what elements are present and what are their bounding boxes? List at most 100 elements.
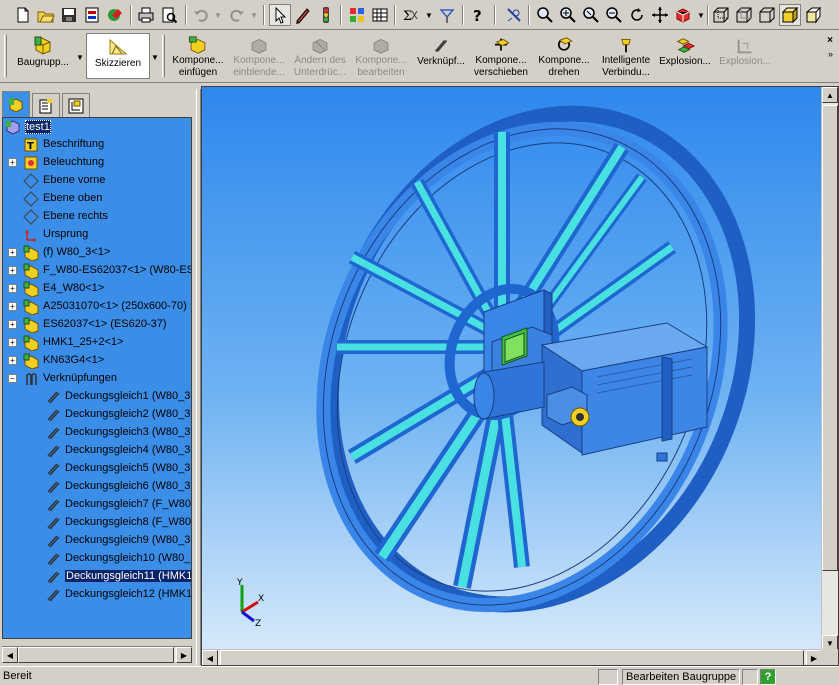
- tree-item-mate[interactable]: Deckungsgleich11 (HMK1_: [3, 568, 191, 586]
- tree-item-mate[interactable]: Deckungsgleich6 (W80_3<: [3, 478, 191, 496]
- viewport-hscroll-thumb[interactable]: [220, 650, 804, 665]
- tree-item-mate[interactable]: Deckungsgleich5 (W80_3<: [3, 460, 191, 478]
- tree-item[interactable]: Ebene rechts: [3, 208, 191, 226]
- model-view[interactable]: [202, 87, 822, 651]
- command-item-10[interactable]: Explosion...: [716, 33, 774, 79]
- equations-icon[interactable]: Σ: [400, 4, 422, 26]
- view-orientation-icon[interactable]: [672, 4, 694, 26]
- tree-item[interactable]: + ES62037<1> (ES620-37): [3, 316, 191, 334]
- tree-root[interactable]: test1: [3, 118, 191, 136]
- rebuild-icon[interactable]: [315, 4, 337, 26]
- viewport-vscrollbar[interactable]: ▲ ▼: [821, 87, 838, 651]
- tree-item[interactable]: Ebene oben: [3, 190, 191, 208]
- redo-icon[interactable]: [226, 4, 248, 26]
- command-item-9[interactable]: Explosion...: [655, 33, 715, 79]
- redo-dropdown-icon[interactable]: ▼: [250, 11, 258, 20]
- expand-plus-icon[interactable]: +: [8, 302, 17, 311]
- tree-item[interactable]: Ebene vorne: [3, 172, 191, 190]
- tree-item-mate[interactable]: Deckungsgleich7 (F_W80-E: [3, 496, 191, 514]
- expand-plus-icon[interactable]: +: [8, 338, 17, 347]
- command-item-6[interactable]: Kompone... verschieben: [470, 33, 532, 79]
- equations-dropdown-icon[interactable]: ▼: [425, 11, 433, 20]
- tree-item[interactable]: + (f) W80_3<1>: [3, 244, 191, 262]
- feature-tree-hscrollbar[interactable]: ◀ ▶: [2, 646, 192, 663]
- tree-item[interactable]: + E4_W80<1>: [3, 280, 191, 298]
- save-icon[interactable]: [58, 4, 80, 26]
- open-icon[interactable]: [35, 4, 57, 26]
- shaded-icon[interactable]: [779, 4, 801, 26]
- expand-plus-icon[interactable]: +: [8, 158, 17, 167]
- make-drawing-icon[interactable]: [104, 4, 126, 26]
- sketch-tab[interactable]: Skizzieren: [86, 33, 150, 79]
- command-item-5[interactable]: Verknüpf...: [412, 33, 470, 79]
- command-item-3[interactable]: Ändern des Unterdrüc...: [290, 33, 350, 79]
- rotate-icon[interactable]: [436, 4, 458, 26]
- zoom-fit-icon[interactable]: [534, 4, 556, 26]
- tree-item[interactable]: + A25031070<1> (250x600-70): [3, 298, 191, 316]
- graphics-area[interactable]: Y X Z: [202, 87, 822, 651]
- print-preview-icon[interactable]: [81, 4, 103, 26]
- expand-plus-icon[interactable]: +: [8, 266, 17, 275]
- hidden-removed-icon[interactable]: [756, 4, 778, 26]
- expand-plus-icon[interactable]: +: [8, 356, 17, 365]
- tree-item-mate[interactable]: Deckungsgleich3 (W80_3<: [3, 424, 191, 442]
- grid-icon[interactable]: [369, 4, 391, 26]
- tab-property-manager[interactable]: [32, 93, 60, 117]
- expand-plus-icon[interactable]: +: [8, 284, 17, 293]
- tree-item-mate[interactable]: Deckungsgleich2 (W80_3<: [3, 406, 191, 424]
- zoom-in-icon[interactable]: [580, 4, 602, 26]
- command-item-1[interactable]: Kompone... einfügen: [168, 33, 228, 79]
- tree-item-mate[interactable]: Deckungsgleich8 (F_W80-E: [3, 514, 191, 532]
- command-item-2[interactable]: Kompone... einblende...: [229, 33, 289, 79]
- sketch-icon[interactable]: [292, 4, 314, 26]
- tree-item[interactable]: T Beschriftung: [3, 136, 191, 154]
- tree-item[interactable]: − Verknüpfungen: [3, 370, 191, 388]
- tree-item-mate[interactable]: Deckungsgleich9 (W80_3<: [3, 532, 191, 550]
- tree-item[interactable]: Ursprung: [3, 226, 191, 244]
- scroll-left-icon[interactable]: ◀: [202, 650, 218, 665]
- options-icon[interactable]: [346, 4, 368, 26]
- close-icon[interactable]: ×: [827, 35, 833, 46]
- pan-icon[interactable]: [649, 4, 671, 26]
- print-icon[interactable]: [135, 4, 157, 26]
- select-icon[interactable]: [269, 4, 291, 26]
- undo-dropdown-icon[interactable]: ▼: [214, 11, 222, 20]
- tree-item-mate[interactable]: Deckungsgleich10 (W80_3: [3, 550, 191, 568]
- scroll-up-icon[interactable]: ▲: [822, 87, 838, 103]
- tree-item-mate[interactable]: Deckungsgleich12 (HMK1_2: [3, 586, 191, 604]
- help-icon[interactable]: ?: [467, 4, 489, 26]
- reference-icon[interactable]: [503, 4, 525, 26]
- collapse-minus-icon[interactable]: −: [8, 374, 17, 383]
- rotate-view-icon[interactable]: [626, 4, 648, 26]
- tree-item[interactable]: + Beleuchtung: [3, 154, 191, 172]
- command-item-4[interactable]: Kompone... bearbeiten: [351, 33, 411, 79]
- chevron-down-icon[interactable]: »: [828, 49, 833, 59]
- scroll-right-icon[interactable]: ▶: [806, 650, 822, 665]
- command-item-7[interactable]: Kompone... drehen: [533, 33, 595, 79]
- tree-item-mate[interactable]: Deckungsgleich4 (W80_3<: [3, 442, 191, 460]
- scroll-right-icon[interactable]: ▶: [176, 647, 192, 663]
- viewport-hscrollbar[interactable]: ◀ ▶: [202, 649, 822, 665]
- tree-item[interactable]: + HMK1_25+2<1>: [3, 334, 191, 352]
- help-status-icon[interactable]: ?: [760, 669, 776, 685]
- new-icon[interactable]: [12, 4, 34, 26]
- zoom-area-icon[interactable]: [557, 4, 579, 26]
- undo-icon[interactable]: [190, 4, 212, 26]
- tree-item[interactable]: + F_W80-ES62037<1> (W80-ES: [3, 262, 191, 280]
- sketch-dropdown-icon[interactable]: ▼: [151, 53, 159, 62]
- perspective-icon[interactable]: [802, 4, 824, 26]
- assembly-dropdown-icon[interactable]: ▼: [76, 53, 84, 62]
- scroll-left-icon[interactable]: ◀: [2, 647, 18, 663]
- preview-icon[interactable]: [158, 4, 180, 26]
- tab-configuration-manager[interactable]: [62, 93, 90, 117]
- expand-plus-icon[interactable]: +: [8, 248, 17, 257]
- wireframe-icon[interactable]: [710, 4, 732, 26]
- command-item-8[interactable]: Intelligente Verbindu...: [596, 33, 656, 79]
- zoom-out-icon[interactable]: [603, 4, 625, 26]
- assembly-tab[interactable]: Baugrupp...: [10, 33, 76, 79]
- tree-item[interactable]: + KN63G4<1>: [3, 352, 191, 370]
- view-orientation-dropdown-icon[interactable]: ▼: [697, 11, 705, 20]
- hidden-lines-icon[interactable]: [733, 4, 755, 26]
- scroll-thumb[interactable]: [18, 647, 174, 663]
- tab-feature-tree[interactable]: [2, 91, 30, 117]
